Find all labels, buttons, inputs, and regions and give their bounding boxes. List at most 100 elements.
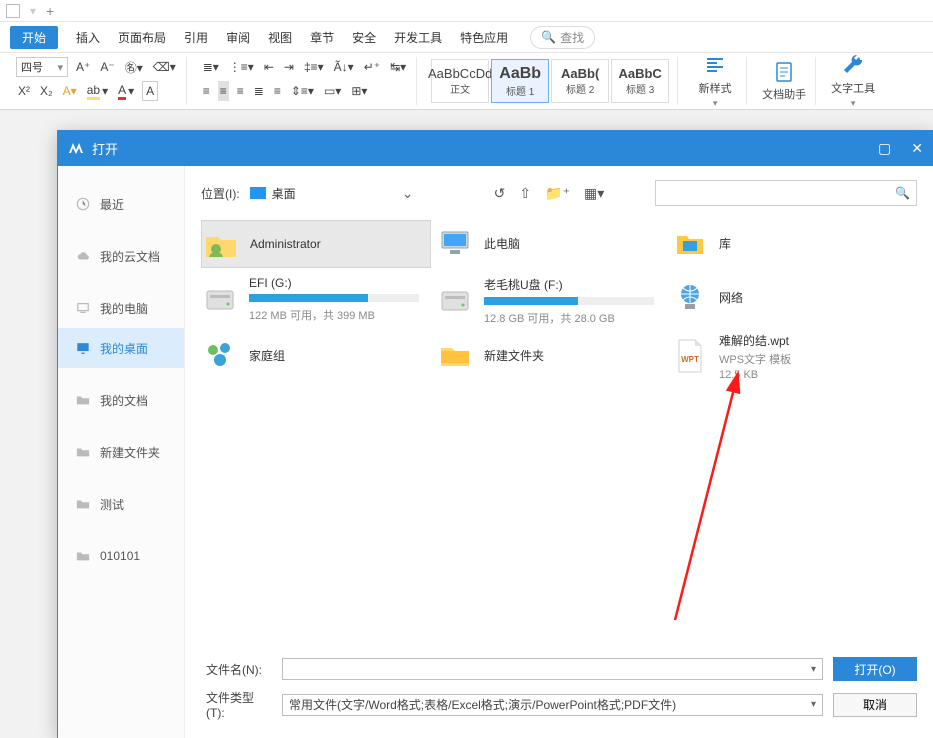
tabs-icon[interactable]: ↹▾ <box>388 57 408 77</box>
sidebar-item-recent[interactable]: 最近 <box>58 184 184 224</box>
cancel-button[interactable]: 取消 <box>833 693 917 717</box>
location-label: 位置(I): <box>201 185 240 202</box>
item-udisk[interactable]: 老毛桃U盘 (F:) 12.8 GB 可用，共 28.0 GB <box>436 276 666 326</box>
shading-icon[interactable]: ▭▾ <box>322 81 343 101</box>
pc-icon <box>76 301 90 315</box>
item-wpt-file[interactable]: WPT 难解的结.wpt WPS文字 模板 12.5 KB <box>671 332 901 381</box>
item-library[interactable]: 库 <box>671 224 901 262</box>
sidebar-item-010101[interactable]: 010101 <box>58 536 184 576</box>
borders-icon[interactable]: ⊞▾ <box>349 81 369 101</box>
align-right-icon[interactable]: ≡ <box>235 81 246 101</box>
styles-group: AaBbCcDd正文 AaBb标题 1 AaBb(标题 2 AaBbC标题 3 <box>423 57 678 105</box>
font-color-icon[interactable]: A▾ <box>116 81 136 101</box>
sidebar-item-documents[interactable]: 我的文档 <box>58 380 184 420</box>
sidebar-item-desktop[interactable]: 我的桌面 <box>58 328 184 368</box>
doc-assistant-button[interactable]: 文档助手 <box>761 60 807 102</box>
text-effect-icon[interactable]: A▾ <box>61 81 79 101</box>
sidebar-item-label: 我的电脑 <box>100 300 148 317</box>
tab-icon[interactable] <box>6 4 20 18</box>
pc-icon <box>436 224 474 262</box>
align-justify-icon[interactable]: ≣ <box>252 81 266 101</box>
new-tab-button[interactable]: + <box>46 3 54 19</box>
dialog-bottom-form: 文件名(N): 打开(O) 文件类型(T): 常用文件(文字/Word格式;表格… <box>186 649 933 738</box>
filename-input[interactable] <box>282 658 823 680</box>
menu-insert[interactable]: 插入 <box>76 29 100 46</box>
style-heading3[interactable]: AaBbC标题 3 <box>611 59 669 103</box>
tab-divider: ▾ <box>30 4 36 18</box>
clear-format-icon[interactable]: ⌫▾ <box>151 57 178 77</box>
line-spacing-icon[interactable]: ‡≡▾ <box>302 57 326 77</box>
menu-references[interactable]: 引用 <box>184 29 208 46</box>
bullets-icon[interactable]: ≣▾ <box>201 57 221 77</box>
paragraph-group: ≣▾ ⋮≡▾ ⇤ ⇥ ‡≡▾ Ã↓▾ ↵⁺ ↹▾ ≡ ≡ ≡ ≣ ≡ ⇕≡▾ ▭… <box>193 57 417 105</box>
user-folder-icon <box>202 225 240 263</box>
app-logo-icon <box>68 140 84 156</box>
file-grid: Administrator 此电脑 库 <box>201 220 917 650</box>
item-efi-drive[interactable]: EFI (G:) 122 MB 可用，共 399 MB <box>201 276 431 323</box>
distribute-icon[interactable]: ≡ <box>272 81 283 101</box>
char-shading-icon[interactable]: A <box>142 81 158 101</box>
item-homegroup[interactable]: 家庭组 <box>201 336 431 374</box>
increase-font-icon[interactable]: A⁺ <box>74 57 92 77</box>
sidebar-item-newfolder[interactable]: 新建文件夹 <box>58 432 184 472</box>
align-center-icon[interactable]: ≡ <box>218 81 229 101</box>
item-label: 此电脑 <box>484 235 520 252</box>
indent-inc-icon[interactable]: ⇥ <box>282 57 296 77</box>
menu-review[interactable]: 审阅 <box>226 29 250 46</box>
item-network[interactable]: 网络 <box>671 278 901 316</box>
style-heading2[interactable]: AaBb(标题 2 <box>551 59 609 103</box>
sort-icon[interactable]: Ã↓▾ <box>332 57 356 77</box>
item-label: EFI (G:) <box>249 276 419 290</box>
style-heading1[interactable]: AaBb标题 1 <box>491 59 549 103</box>
new-style-button[interactable]: 新样式▾ <box>692 54 738 109</box>
search-input[interactable]: 🔍 <box>655 180 917 206</box>
sidebar-item-cloud[interactable]: 我的云文档 <box>58 236 184 276</box>
text-tools-button[interactable]: 文字工具▾ <box>830 54 876 109</box>
superscript-icon[interactable]: X² <box>16 81 32 101</box>
item-label: 家庭组 <box>249 347 285 364</box>
menu-security[interactable]: 安全 <box>352 29 376 46</box>
dialog-sidebar: 最近 我的云文档 我的电脑 我的桌面 我的文档 <box>58 166 185 738</box>
back-icon[interactable]: ↺ <box>494 185 506 202</box>
menu-chapter[interactable]: 章节 <box>310 29 334 46</box>
item-sub: WPS文字 模板 <box>719 351 791 367</box>
menu-special[interactable]: 特色应用 <box>460 29 508 46</box>
show-marks-icon[interactable]: ↵⁺ <box>362 57 382 77</box>
sidebar-item-test[interactable]: 测试 <box>58 484 184 524</box>
menu-view[interactable]: 视图 <box>268 29 292 46</box>
maximize-icon[interactable]: ▢ <box>878 140 891 157</box>
item-sub: 12.8 GB 可用，共 28.0 GB <box>484 310 654 326</box>
item-newfolder[interactable]: 新建文件夹 <box>436 336 666 374</box>
usage-bar <box>484 297 654 305</box>
item-this-pc[interactable]: 此电脑 <box>436 224 666 262</box>
font-size-select[interactable]: 四号▾ <box>16 57 68 77</box>
line-height-icon[interactable]: ⇕≡▾ <box>289 81 316 101</box>
filetype-label: 文件类型(T): <box>206 689 272 720</box>
align-left-icon[interactable]: ≡ <box>201 81 212 101</box>
sidebar-item-pc[interactable]: 我的电脑 <box>58 288 184 328</box>
decrease-font-icon[interactable]: A⁻ <box>98 57 116 77</box>
sidebar-item-label: 我的桌面 <box>100 340 148 357</box>
menu-page-layout[interactable]: 页面布局 <box>118 29 166 46</box>
filetype-select[interactable]: 常用文件(文字/Word格式;表格/Excel格式;演示/PowerPoint格… <box>282 694 823 716</box>
cloud-icon <box>76 249 90 263</box>
highlight-icon[interactable]: ab▾ <box>85 81 110 101</box>
svg-text:WPT: WPT <box>681 355 699 364</box>
change-case-icon[interactable]: ㊔▾ <box>123 57 145 77</box>
numbering-icon[interactable]: ⋮≡▾ <box>227 57 256 77</box>
open-dialog: 打开 ▢ ✕ 最近 我的云文档 我的电脑 我的桌面 <box>57 130 933 738</box>
subscript-icon[interactable]: X₂ <box>38 81 55 101</box>
indent-dec-icon[interactable]: ⇤ <box>262 57 276 77</box>
new-folder-icon[interactable]: 📁⁺ <box>545 185 570 202</box>
open-button[interactable]: 打开(O) <box>833 657 917 681</box>
up-icon[interactable]: ⇧ <box>519 185 531 202</box>
location-select[interactable]: 桌面 ⌄ <box>250 185 480 202</box>
menu-start[interactable]: 开始 <box>10 26 58 49</box>
style-icon <box>703 54 727 78</box>
item-administrator[interactable]: Administrator <box>201 220 431 268</box>
view-icon[interactable]: ▦▾ <box>584 185 604 202</box>
menu-devtools[interactable]: 开发工具 <box>394 29 442 46</box>
style-normal[interactable]: AaBbCcDd正文 <box>431 59 489 103</box>
menu-search[interactable]: 🔍 查找 <box>530 26 595 49</box>
close-icon[interactable]: ✕ <box>911 140 923 157</box>
